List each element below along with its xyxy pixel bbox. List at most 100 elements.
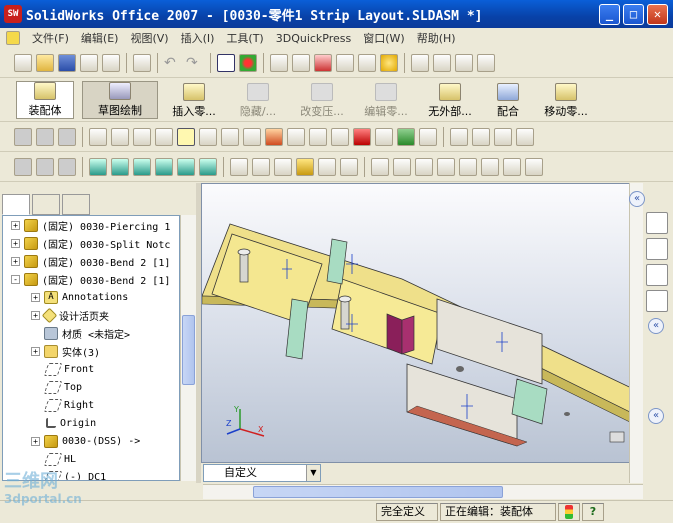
expand-toggle[interactable]: + xyxy=(11,220,20,230)
menu-window[interactable]: 窗口(W) xyxy=(357,30,410,46)
rectangle-tool-icon[interactable] xyxy=(133,127,151,146)
tree-node-annotations[interactable]: + A Annotations xyxy=(31,288,128,306)
line-tool-icon[interactable] xyxy=(111,127,129,146)
tab-property-manager[interactable] xyxy=(32,193,60,215)
point-tool-icon[interactable] xyxy=(243,127,261,146)
hide-show-button[interactable]: 隐藏/... xyxy=(230,81,286,119)
scrollbar-thumb[interactable] xyxy=(253,486,503,498)
disabled-tool-icon[interactable] xyxy=(58,127,76,146)
tree-node-right-plane[interactable]: Right xyxy=(43,396,94,414)
spline-tool-icon[interactable] xyxy=(221,127,239,146)
rapid-sketch-icon[interactable] xyxy=(353,127,371,146)
disabled-tool-icon[interactable] xyxy=(58,157,76,176)
options-grid-icon[interactable] xyxy=(270,53,288,72)
mate-button[interactable]: 配合 xyxy=(486,81,530,119)
menu-help[interactable]: 帮助(H) xyxy=(411,30,462,46)
viewport-icon[interactable] xyxy=(336,53,354,72)
sketch-tab-button[interactable]: 草图绘制 xyxy=(82,80,158,119)
graphics-area[interactable]: Y Z X xyxy=(201,183,643,463)
graphics-vertical-scrollbar[interactable]: « xyxy=(629,183,645,483)
tree-node-bend2-a[interactable]: + (固定) 0030-Bend 2 [1] xyxy=(11,252,170,270)
gear-icon[interactable] xyxy=(230,157,248,176)
disabled-tool-icon[interactable] xyxy=(36,127,54,146)
tab-feature-manager[interactable] xyxy=(2,193,30,215)
edit-component-button[interactable]: 编辑零... xyxy=(358,81,414,119)
expand-toggle[interactable]: + xyxy=(11,238,20,248)
interference-icon[interactable] xyxy=(481,157,499,176)
select-arrow-icon[interactable] xyxy=(217,53,235,72)
zoom-in-out-icon[interactable] xyxy=(477,53,495,72)
collapse-toggle[interactable]: - xyxy=(11,274,20,284)
plate-icon[interactable] xyxy=(133,157,151,176)
tree-vertical-scrollbar[interactable] xyxy=(180,215,196,481)
tree-node-bend2-b[interactable]: - (固定) 0030-Bend 2 [1] xyxy=(11,270,170,288)
surface-icon[interactable] xyxy=(494,127,512,146)
arc-tool-icon[interactable] xyxy=(199,127,217,146)
trim-tool-icon[interactable] xyxy=(265,127,283,146)
fillet-icon[interactable] xyxy=(516,127,534,146)
disabled-tool-icon[interactable] xyxy=(14,127,32,146)
menu-edit[interactable]: 编辑(E) xyxy=(75,30,125,46)
tree-node-top-plane[interactable]: Top xyxy=(43,378,82,396)
close-button[interactable]: ✕ xyxy=(647,4,668,25)
mirror-tool-icon[interactable] xyxy=(309,127,327,146)
print-icon[interactable] xyxy=(133,53,151,72)
guide-pin-icon[interactable] xyxy=(252,157,270,176)
collapse-pane-icon[interactable]: « xyxy=(648,408,664,424)
appearance-palette-icon[interactable] xyxy=(646,290,668,312)
configuration-dropdown[interactable]: 自定义 ▼ xyxy=(203,464,321,482)
view-tool-icon[interactable] xyxy=(371,157,389,176)
tree-node-hl[interactable]: HL xyxy=(43,450,76,468)
status-help-icon[interactable]: ? xyxy=(582,503,604,521)
save-icon[interactable] xyxy=(58,53,76,72)
relations-icon[interactable] xyxy=(397,127,415,146)
graphics-horizontal-scrollbar[interactable] xyxy=(203,484,643,499)
tab-configuration-manager[interactable] xyxy=(62,193,90,215)
punch-icon[interactable] xyxy=(155,157,173,176)
solidworks-app-icon[interactable]: SW xyxy=(4,5,22,23)
undo-icon[interactable]: ↶ xyxy=(164,54,182,72)
die-set-icon[interactable] xyxy=(111,157,129,176)
offset-tool-icon[interactable] xyxy=(287,127,305,146)
tree-node-design-binder[interactable]: + 设计活页夹 xyxy=(31,306,109,324)
redo-icon[interactable]: ↷ xyxy=(186,54,204,72)
strip-layout-icon[interactable] xyxy=(89,157,107,176)
tree-node-material[interactable]: 材质 <未指定> xyxy=(44,324,130,342)
home-icon[interactable] xyxy=(646,212,668,234)
expand-toggle[interactable]: + xyxy=(31,310,40,320)
tree-node-front-plane[interactable]: Front xyxy=(43,360,94,378)
assembly-tab-button[interactable]: 装配体 xyxy=(16,80,74,119)
appearance-cube-icon[interactable] xyxy=(314,53,332,72)
check-icon[interactable] xyxy=(459,157,477,176)
move-component-button[interactable]: 移动零... xyxy=(538,81,594,119)
stripper-icon[interactable] xyxy=(199,157,217,176)
spring-icon[interactable] xyxy=(274,157,292,176)
menu-file[interactable]: 文件(F) xyxy=(26,30,75,46)
tree-node-piercing[interactable]: + (固定) 0030-Piercing 1 xyxy=(11,216,170,234)
menu-insert[interactable]: 插入(I) xyxy=(175,30,221,46)
scrollbar-thumb[interactable] xyxy=(182,315,195,385)
repair-sketch-icon[interactable] xyxy=(419,127,437,146)
make-drawing-icon[interactable] xyxy=(102,53,120,72)
menu-view[interactable]: 视图(V) xyxy=(124,30,174,46)
curves-icon[interactable] xyxy=(450,127,468,146)
help-icon[interactable] xyxy=(380,53,398,72)
chevron-up-icon[interactable]: « xyxy=(629,191,645,207)
new-document-icon[interactable] xyxy=(14,53,32,72)
expand-toggle[interactable]: + xyxy=(31,292,40,302)
file-explorer-icon[interactable] xyxy=(646,264,668,286)
smart-dimension-icon[interactable] xyxy=(89,127,107,146)
change-suppression-button[interactable]: 改变压... xyxy=(294,81,350,119)
title-bar[interactable]: SW SolidWorks Office 2007 - [0030-零件1 St… xyxy=(0,0,673,28)
zoom-area-icon[interactable] xyxy=(455,53,473,72)
bom-icon[interactable] xyxy=(525,157,543,176)
menu-3dquickpress[interactable]: 3DQuickPress xyxy=(270,32,358,45)
section-icon[interactable] xyxy=(393,157,411,176)
sketch-grid-icon[interactable] xyxy=(375,127,393,146)
expand-toggle[interactable]: + xyxy=(11,256,20,266)
menu-tools[interactable]: 工具(T) xyxy=(220,30,269,46)
dowel-icon[interactable] xyxy=(318,157,336,176)
expand-toggle[interactable]: + xyxy=(31,436,40,446)
tree-node-split-notch[interactable]: + (固定) 0030-Split Notc xyxy=(11,234,170,252)
expand-toggle[interactable]: + xyxy=(31,346,40,356)
